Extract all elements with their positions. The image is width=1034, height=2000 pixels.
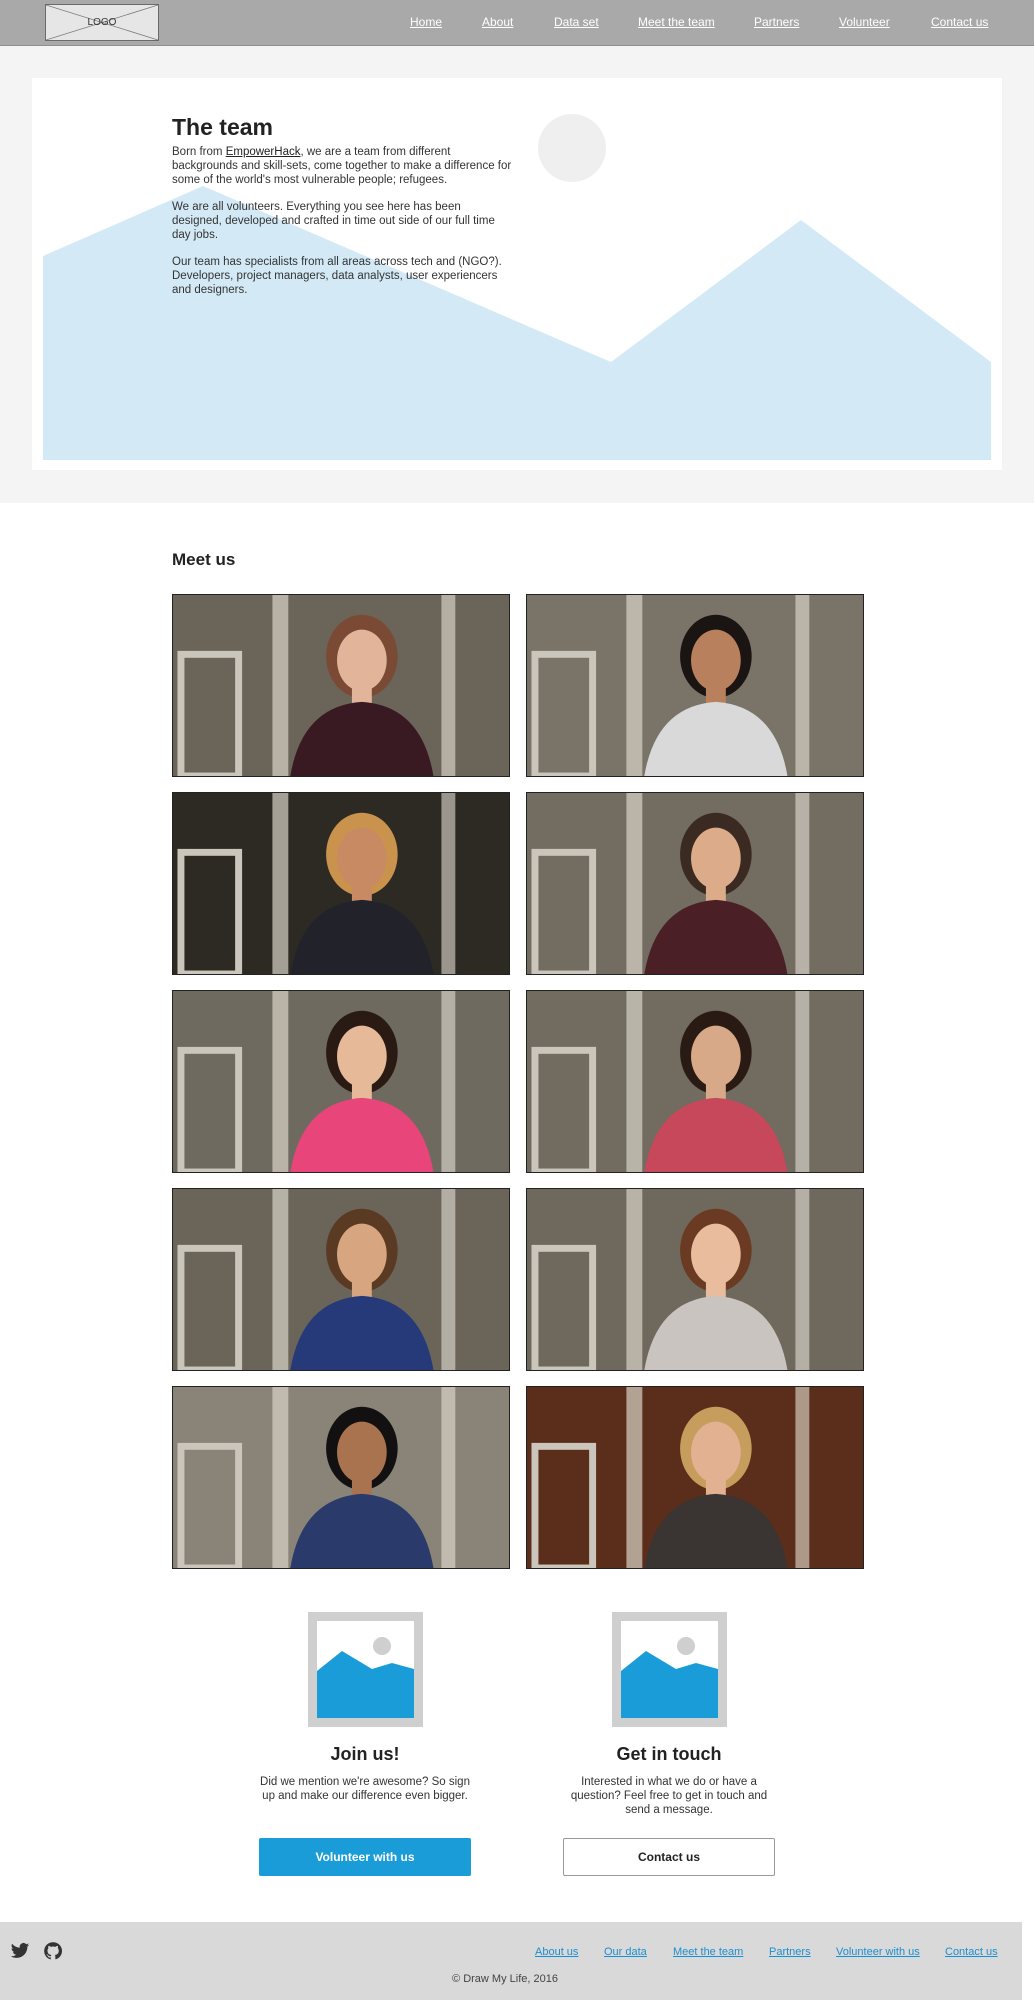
nav-contact-us[interactable]: Contact us bbox=[931, 15, 988, 29]
get-in-touch-text: Interested in what we do or have a quest… bbox=[570, 1776, 768, 1816]
hero-text: The team Born from EmpowerHack, we are a… bbox=[172, 114, 512, 310]
empowerhack-link[interactable]: EmpowerHack bbox=[226, 146, 301, 158]
sun-circle bbox=[538, 114, 606, 182]
volunteer-with-us-button[interactable]: Volunteer with us bbox=[259, 1838, 471, 1876]
github-icon[interactable] bbox=[43, 1941, 63, 1961]
hero-p1-prefix: Born from bbox=[172, 146, 226, 158]
team-member-photo bbox=[526, 594, 864, 777]
team-member-photo bbox=[526, 1188, 864, 1371]
join-us-title: Join us! bbox=[330, 1744, 400, 1764]
nav-about[interactable]: About bbox=[482, 15, 513, 29]
site-footer: About us Our data Meet the team Partners… bbox=[0, 1922, 1022, 2000]
nav-home[interactable]: Home bbox=[410, 15, 442, 29]
copyright-icon: © bbox=[452, 1973, 464, 1985]
team-member-photo bbox=[172, 792, 510, 975]
meet-us-heading: Meet us bbox=[172, 550, 236, 569]
team-member-photo bbox=[526, 792, 864, 975]
nav-data-set[interactable]: Data set bbox=[554, 15, 599, 29]
join-us-block: Join us! Did we mention we're awesome? S… bbox=[250, 1612, 480, 1803]
footer-link-our-data[interactable]: Our data bbox=[604, 1946, 647, 1958]
hero-title: The team bbox=[172, 114, 273, 140]
main-nav: Home About Data set Meet the team Partne… bbox=[0, 15, 1034, 31]
contact-us-button[interactable]: Contact us bbox=[563, 1838, 775, 1876]
copyright-text: Draw My Life, 2016 bbox=[463, 1973, 558, 1985]
get-in-touch-title: Get in touch bbox=[616, 1744, 722, 1764]
team-member-photo bbox=[172, 990, 510, 1173]
footer-link-volunteer-with-us[interactable]: Volunteer with us bbox=[836, 1946, 920, 1958]
footer-link-partners[interactable]: Partners bbox=[769, 1946, 811, 1958]
nav-partners[interactable]: Partners bbox=[754, 15, 799, 29]
nav-volunteer[interactable]: Volunteer bbox=[839, 15, 890, 29]
team-member-photo bbox=[172, 594, 510, 777]
image-placeholder-icon bbox=[307, 1612, 423, 1727]
team-member-photo bbox=[526, 1386, 864, 1569]
join-us-text: Did we mention we're awesome? So sign up… bbox=[260, 1776, 470, 1802]
team-member-photo bbox=[172, 1386, 510, 1569]
team-member-photo bbox=[172, 1188, 510, 1371]
team-member-photo bbox=[526, 990, 864, 1173]
nav-meet-the-team[interactable]: Meet the team bbox=[638, 15, 715, 29]
hero-paragraph-1: Born from EmpowerHack, we are a team fro… bbox=[172, 145, 512, 187]
copyright: © Draw My Life, 2016 bbox=[0, 1973, 1010, 1985]
footer-link-about-us[interactable]: About us bbox=[535, 1946, 578, 1958]
footer-link-contact-us[interactable]: Contact us bbox=[945, 1946, 998, 1958]
get-in-touch-block: Get in touch Interested in what we do or… bbox=[554, 1612, 784, 1817]
hero-paragraph-3: Our team has specialists from all areas … bbox=[172, 256, 502, 296]
image-placeholder-icon bbox=[611, 1612, 727, 1727]
hero-paragraph-2: We are all volunteers. Everything you se… bbox=[172, 201, 495, 241]
site-header: LOGO Home About Data set Meet the team P… bbox=[0, 0, 1034, 46]
twitter-icon[interactable] bbox=[10, 1941, 30, 1961]
footer-link-meet-the-team[interactable]: Meet the team bbox=[673, 1946, 743, 1958]
